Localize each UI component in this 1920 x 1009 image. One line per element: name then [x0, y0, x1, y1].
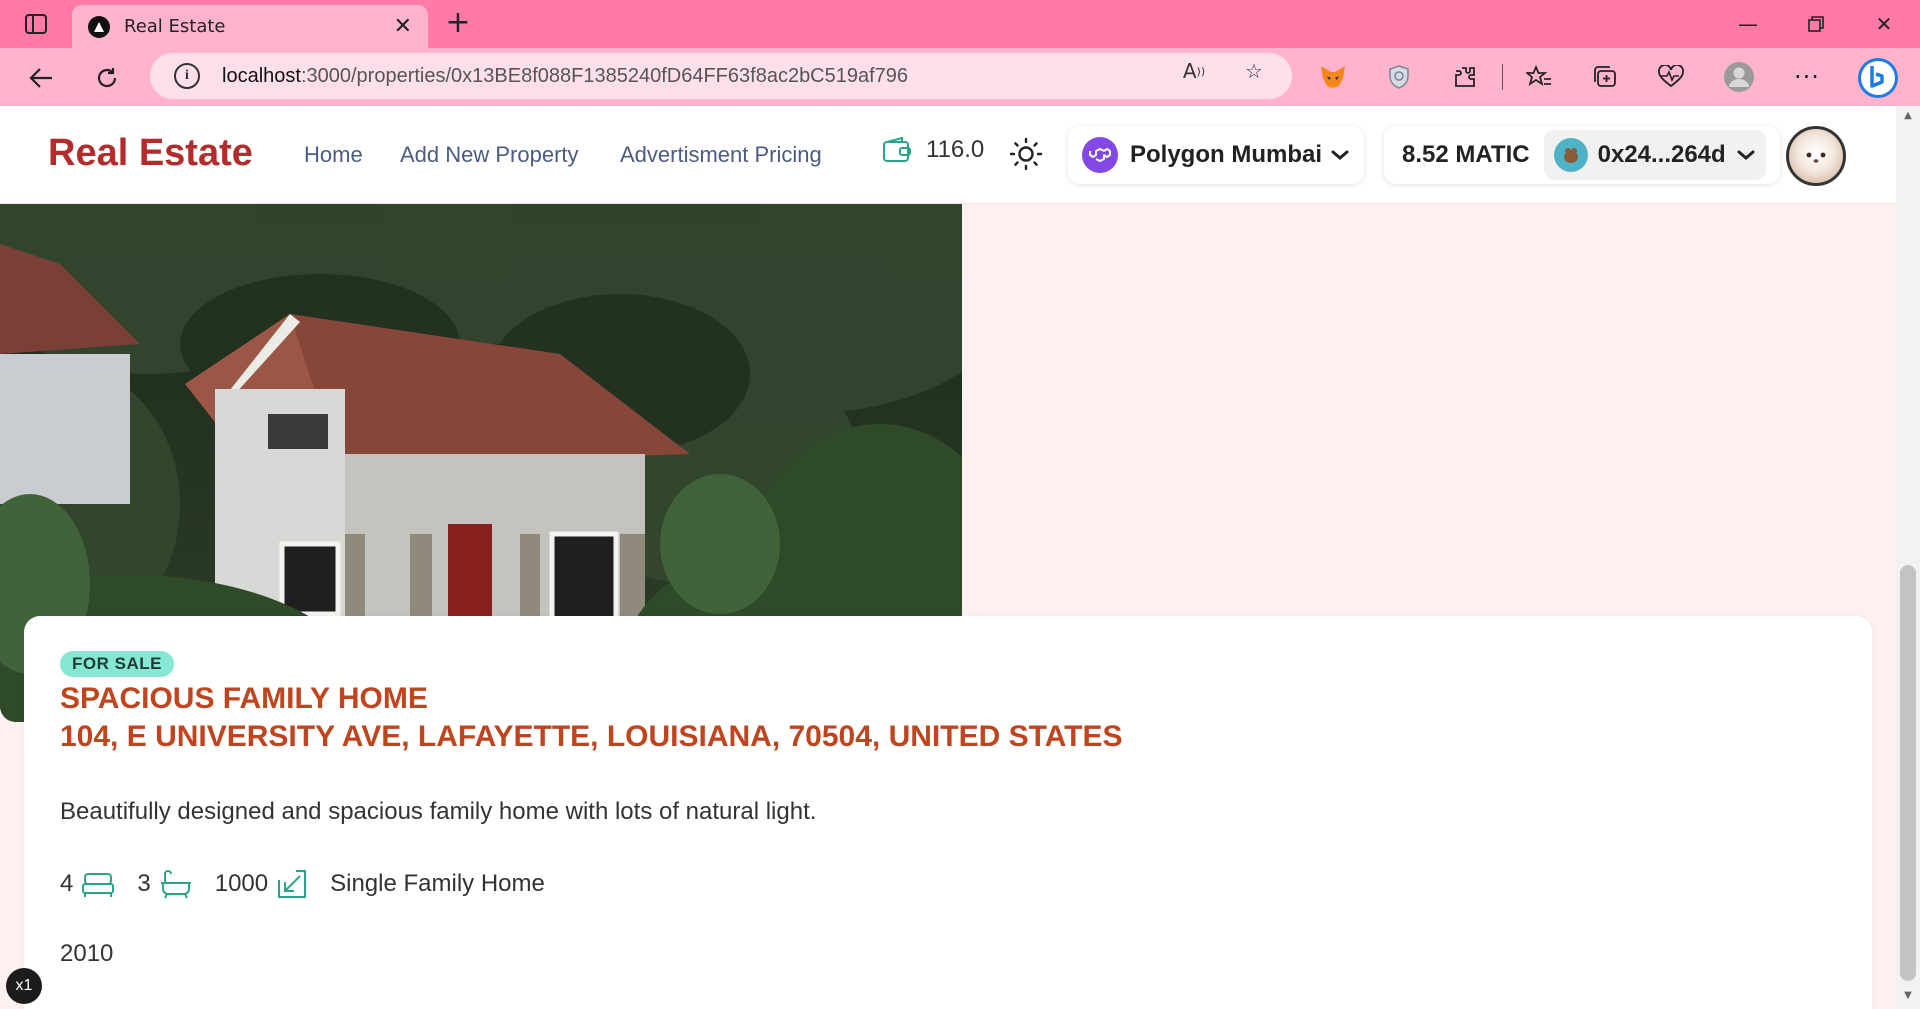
shield-icon[interactable]	[1382, 60, 1416, 94]
chevron-down-icon	[1331, 150, 1349, 160]
area-feature: 1000	[215, 868, 308, 900]
browser-tab-bar: Real Estate ✕ + — ✕	[0, 0, 1920, 48]
browser-toolbar: i localhost:3000/properties/0x13BE8f088F…	[0, 48, 1920, 106]
property-details-card: FOR SALE SPACIOUS FAMILY HOME 104, E UNI…	[24, 616, 1872, 1009]
avatar[interactable]	[1786, 126, 1846, 186]
heart-pulse-icon[interactable]	[1654, 60, 1688, 94]
token-balance: 116.0	[882, 136, 984, 164]
nav-advertisment-pricing[interactable]: Advertisment Pricing	[620, 142, 822, 168]
browser-tab-active[interactable]: Real Estate ✕	[72, 5, 428, 48]
extensions-icon[interactable]	[1448, 60, 1482, 94]
favicon-icon	[88, 15, 110, 38]
nav-home[interactable]: Home	[304, 142, 363, 168]
chevron-down-icon	[1737, 150, 1755, 160]
tab-title: Real Estate	[124, 16, 226, 37]
wallet-icon	[883, 136, 911, 162]
account-avatar	[1553, 138, 1588, 172]
favorites-icon[interactable]	[1522, 60, 1556, 94]
year-built: 2010	[60, 940, 114, 967]
wallet-balance: 8.52 MATIC	[1402, 141, 1530, 168]
more-icon[interactable]: ···	[1790, 60, 1824, 94]
window-close-icon[interactable]: ✕	[1864, 8, 1904, 40]
page-content: Real Estate Home Add New Property Advert…	[0, 106, 1896, 1009]
brand-logo[interactable]: Real Estate	[48, 132, 253, 175]
address-bar[interactable]: i localhost:3000/properties/0x13BE8f088F…	[150, 53, 1292, 99]
site-header: Real Estate Home Add New Property Advert…	[0, 106, 1896, 204]
area-value: 1000	[214, 870, 269, 897]
zoom-badge[interactable]: x1	[6, 968, 42, 1004]
bathrooms-feature: 3	[137, 869, 192, 899]
restore-icon[interactable]	[1796, 8, 1836, 40]
url-text: localhost:3000/properties/0x13BE8f088F13…	[222, 64, 909, 87]
scroll-down-icon[interactable]: ▼	[1900, 990, 1916, 1004]
minimize-icon[interactable]: —	[1728, 8, 1768, 40]
bing-icon[interactable]	[1856, 56, 1900, 100]
info-icon[interactable]: i	[174, 63, 200, 89]
bedrooms-feature: 4	[60, 870, 115, 898]
bedrooms-count: 4	[60, 870, 74, 897]
balance-value: 116.0	[926, 136, 985, 163]
property-type: Single Family Home	[330, 870, 545, 898]
close-icon[interactable]: ✕	[394, 14, 412, 39]
network-selector[interactable]: Polygon Mumbai	[1068, 126, 1364, 184]
bathrooms-count: 3	[137, 870, 151, 897]
collections-icon[interactable]	[1588, 60, 1622, 94]
wallet-address: 0x24...264d	[1597, 141, 1726, 168]
scrollbar-thumb[interactable]	[1900, 565, 1916, 981]
polygon-icon	[1082, 137, 1118, 173]
scroll-up-icon[interactable]: ▲	[1900, 110, 1916, 124]
bath-icon	[160, 870, 191, 899]
back-icon[interactable]	[24, 61, 58, 95]
bed-icon	[82, 873, 115, 897]
property-type-label: Single Family Home	[330, 870, 545, 897]
metamask-icon[interactable]	[1316, 60, 1350, 94]
nav-add-new-property[interactable]: Add New Property	[400, 142, 579, 168]
profile-icon[interactable]	[1722, 60, 1756, 94]
property-features: 4 3 1000 Single Family Home	[60, 868, 567, 900]
favorite-star-icon[interactable]: ☆	[1240, 57, 1268, 85]
plus-icon[interactable]: +	[442, 8, 474, 40]
network-label: Polygon Mumbai	[1130, 141, 1322, 168]
property-address: 104, E UNIVERSITY AVE, LAFAYETTE, LOUISI…	[60, 720, 1123, 753]
account-selector[interactable]: 0x24...264d	[1543, 130, 1766, 180]
area-icon	[278, 870, 307, 898]
read-aloud-icon[interactable]: A))	[1180, 57, 1208, 85]
property-description: Beautifully designed and spacious family…	[60, 798, 817, 825]
sidebar-icon[interactable]	[20, 10, 52, 38]
property-title: SPACIOUS FAMILY HOME	[60, 682, 428, 715]
refresh-icon[interactable]	[90, 61, 124, 95]
status-badge: FOR SALE	[60, 651, 174, 677]
wallet-button[interactable]: 8.52 MATIC 0x24...264d	[1384, 126, 1780, 184]
sun-icon[interactable]	[1008, 136, 1044, 172]
toolbar-divider	[1502, 64, 1503, 90]
